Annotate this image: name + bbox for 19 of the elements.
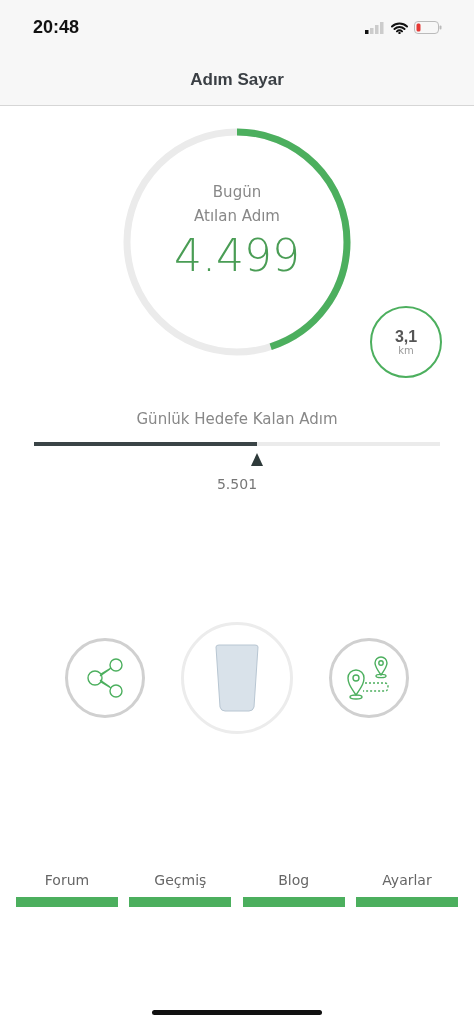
distance-unit: km [398, 345, 414, 356]
cup-icon [214, 644, 260, 712]
screen-title: Adım Sayar [190, 70, 284, 90]
step-count: 4.499 [174, 230, 300, 281]
tab-button[interactable]: Forum [44, 872, 90, 888]
share-icon [85, 656, 125, 700]
tab-button[interactable]: Geçmiş [154, 872, 207, 888]
tab-button[interactable]: Blog [278, 872, 310, 888]
distance-value: 3,1 [394, 328, 418, 345]
goal-label: Günlük Hedefe Kalan Adım [136, 410, 338, 428]
marker-icon [251, 453, 264, 466]
steps-label: Atılan Adım [194, 206, 280, 227]
remaining-steps: 5.501 [216, 476, 258, 492]
tab-button[interactable]: Ayarlar [382, 872, 432, 888]
wifi-icon [391, 21, 408, 34]
today-label: Bugün [212, 182, 262, 203]
battery-icon [414, 21, 442, 34]
status-time: 20:48 [33, 17, 80, 38]
signal-icon [365, 21, 385, 34]
